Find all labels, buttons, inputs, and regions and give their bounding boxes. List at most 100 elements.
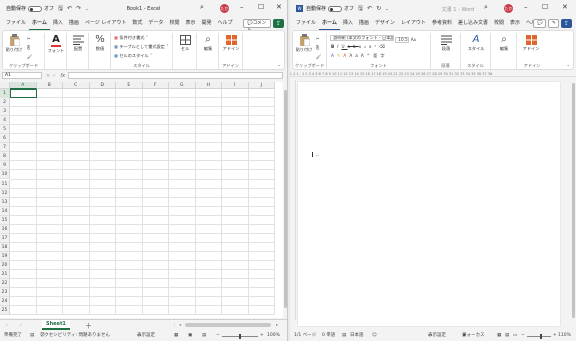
- row-header[interactable]: 10: [0, 170, 10, 180]
- tab-page-layout[interactable]: ページ レイアウト: [82, 18, 130, 29]
- row-header[interactable]: 14: [0, 206, 10, 216]
- column-header[interactable]: H: [195, 82, 222, 89]
- proofing-icon[interactable]: ▤: [342, 331, 346, 341]
- name-box[interactable]: A1: [2, 72, 42, 79]
- formula-input[interactable]: [68, 72, 283, 79]
- word-tab-design[interactable]: デザイン: [372, 18, 398, 29]
- search-icon[interactable]: ⌕: [200, 3, 204, 12]
- vertical-ruler[interactable]: [290, 80, 296, 320]
- word-tab-home[interactable]: ホーム: [319, 18, 340, 30]
- clear-format-icon[interactable]: ⌫: [379, 44, 388, 49]
- sheet-tab-sheet1[interactable]: Sheet1: [42, 320, 70, 330]
- word-grow-font-icon[interactable]: A^: [361, 53, 373, 58]
- minimize-icon[interactable]: –: [240, 3, 244, 11]
- word-restore-icon[interactable]: ☐: [542, 3, 548, 11]
- restore-icon[interactable]: ☐: [258, 3, 264, 11]
- subscript-icon[interactable]: x₂: [359, 44, 369, 49]
- hscroll-left-icon[interactable]: ◂: [179, 322, 181, 327]
- column-header[interactable]: G: [169, 82, 196, 89]
- sheet-options-icon[interactable]: ⋮: [172, 322, 176, 327]
- word-tab-references[interactable]: 参考資料: [429, 18, 455, 29]
- enclosed-char-icon[interactable]: 字: [380, 53, 387, 58]
- collapse-ribbon-icon[interactable]: ⌄: [277, 62, 281, 67]
- word-editing-mode-icon[interactable]: ✎: [548, 19, 559, 28]
- zoom-in-icon[interactable]: +: [260, 331, 264, 341]
- vertical-scroll-thumb[interactable]: [284, 90, 287, 308]
- word-collapse-ribbon-icon[interactable]: ⌄: [566, 62, 570, 67]
- row-header[interactable]: 21: [0, 270, 10, 280]
- paste-button[interactable]: 貼り付け: [5, 34, 23, 52]
- row-header[interactable]: 24: [0, 297, 10, 307]
- row-header[interactable]: 20: [0, 260, 10, 270]
- editing-button[interactable]: ⌕ 編集: [199, 35, 217, 52]
- macro-record-icon[interactable]: ▤: [30, 331, 34, 341]
- prev-sheet-icon[interactable]: ‹: [6, 322, 8, 327]
- comment-button[interactable]: 💬コメント: [243, 19, 271, 33]
- cells-button[interactable]: セル: [176, 35, 194, 51]
- close-icon[interactable]: ✕: [276, 3, 282, 11]
- word-cut-icon[interactable]: ✂: [316, 36, 320, 41]
- document-page[interactable]: ↵: [298, 82, 560, 326]
- number-button[interactable]: % 数値: [91, 35, 109, 52]
- vertical-scrollbar[interactable]: [283, 82, 287, 318]
- row-header[interactable]: 12: [0, 188, 10, 198]
- page-break-view-icon[interactable]: ▤: [202, 331, 206, 341]
- conditional-format-button[interactable]: ▦ 条件付き書式 ˅: [114, 35, 148, 41]
- column-header[interactable]: C: [63, 82, 90, 89]
- word-accessibility-icon[interactable]: ☺: [372, 331, 377, 341]
- column-header[interactable]: F: [142, 82, 169, 89]
- row-header[interactable]: 9: [0, 161, 10, 171]
- page-layout-view-icon[interactable]: ▣: [188, 331, 192, 341]
- language-status[interactable]: 日本語: [350, 331, 364, 341]
- superscript-icon[interactable]: x²: [369, 44, 379, 49]
- horizontal-scroll-thumb[interactable]: [185, 323, 271, 327]
- change-case-icon[interactable]: Aa: [349, 53, 360, 58]
- word-tab-insert[interactable]: 挿入: [340, 18, 356, 29]
- tab-data[interactable]: データ: [145, 18, 166, 29]
- row-header[interactable]: 17: [0, 233, 10, 243]
- next-sheet-icon[interactable]: ›: [20, 322, 22, 327]
- format-painter-icon[interactable]: 🖌: [27, 54, 32, 60]
- font-name-select[interactable]: 游明朝 (本文のフォント - 日本語): [330, 35, 394, 41]
- tab-draw[interactable]: 描画: [66, 18, 82, 29]
- tab-insert[interactable]: 挿入: [50, 18, 66, 29]
- normal-view-icon[interactable]: ▦: [174, 331, 178, 341]
- add-sheet-icon[interactable]: ＋: [85, 321, 92, 331]
- word-count[interactable]: 0 単語: [322, 331, 335, 341]
- excel-avatar[interactable]: たか: [220, 4, 229, 13]
- column-header[interactable]: J: [248, 82, 275, 89]
- styles-button[interactable]: A スタイル: [465, 35, 487, 52]
- format-as-table-button[interactable]: ▦ テーブルとして書式設定 ˅: [114, 44, 168, 50]
- read-mode-icon[interactable]: ▦: [497, 331, 501, 341]
- print-layout-icon[interactable]: ▤: [505, 331, 509, 341]
- tab-review[interactable]: 校閲: [166, 18, 182, 29]
- font-button[interactable]: A フォント: [47, 35, 65, 54]
- word-zoom-level[interactable]: 110%: [558, 331, 571, 341]
- row-header[interactable]: 8: [0, 152, 10, 162]
- strikethrough-icon[interactable]: ab: [348, 44, 359, 49]
- active-cell-a1[interactable]: [10, 89, 37, 99]
- word-copy-icon[interactable]: ⎘: [316, 45, 319, 50]
- enter-icon[interactable]: ✓: [52, 73, 56, 79]
- word-customize-qat-icon[interactable]: ⌄: [385, 6, 388, 11]
- word-format-painter-icon[interactable]: 🖌: [316, 54, 321, 60]
- column-header[interactable]: A: [10, 82, 37, 89]
- word-close-icon[interactable]: ✕: [562, 3, 568, 11]
- alignment-button[interactable]: 配置: [69, 35, 87, 51]
- customize-qat-icon[interactable]: ⌄: [85, 6, 88, 11]
- font-size-select[interactable]: 10.5: [395, 37, 410, 43]
- word-minimize-icon[interactable]: –: [524, 3, 528, 11]
- word-avatar[interactable]: たか: [504, 4, 513, 13]
- row-header[interactable]: 1: [0, 89, 10, 99]
- word-zoom-slider[interactable]: [527, 336, 551, 337]
- word-tab-draw[interactable]: 描画: [356, 18, 372, 29]
- word-tab-layout[interactable]: レイアウト: [398, 18, 429, 29]
- row-header[interactable]: 16: [0, 224, 10, 234]
- word-tab-review[interactable]: 校閲: [491, 18, 507, 29]
- save-icon[interactable]: 🖫: [58, 4, 63, 14]
- hscroll-right-icon[interactable]: ▸: [276, 322, 278, 327]
- tab-view[interactable]: 表示: [182, 18, 198, 29]
- word-save-icon[interactable]: 🖫: [358, 4, 363, 14]
- word-tab-mailings[interactable]: 差し込み文書: [455, 18, 491, 29]
- word-paste-button[interactable]: 貼り付け: [295, 34, 313, 52]
